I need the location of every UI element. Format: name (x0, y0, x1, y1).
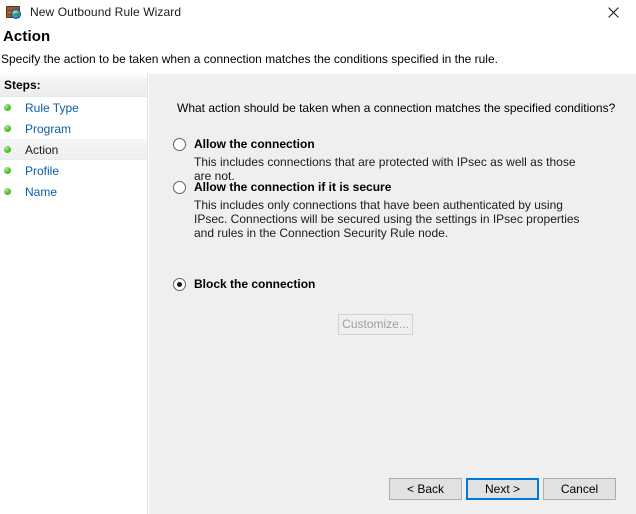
cancel-button[interactable]: Cancel (543, 478, 616, 500)
action-question: What action should be taken when a conne… (177, 101, 616, 115)
sidebar-item-rule-type[interactable]: Rule Type (0, 97, 147, 118)
option-allow-connection[interactable]: Allow the connection This includes conne… (173, 137, 613, 183)
sidebar-item-label: Rule Type (25, 100, 79, 115)
sidebar-item-label: Profile (25, 163, 60, 178)
page-title: Action (3, 28, 51, 45)
page-subtitle: Specify the action to be taken when a co… (1, 52, 498, 66)
step-bullet-icon (4, 188, 11, 195)
sidebar-item-label: Name (25, 184, 58, 199)
page-header: Action Specify the action to be taken wh… (0, 24, 636, 72)
option-allow-if-secure[interactable]: Allow the connection if it is secure Thi… (173, 180, 613, 240)
sidebar-item-label: Program (25, 121, 72, 136)
sidebar-item-program[interactable]: Program (0, 118, 147, 139)
steps-header-label: Steps: (4, 78, 41, 92)
sidebar-item-action[interactable]: Action (0, 139, 147, 160)
sidebar-item-profile[interactable]: Profile (0, 160, 147, 181)
option-block-connection[interactable]: Block the connection (173, 277, 613, 292)
content-panel: What action should be taken when a conne… (149, 74, 636, 514)
option-label: Allow the connection if it is secure (194, 180, 392, 194)
steps-header: Steps: (0, 74, 147, 97)
sidebar-item-name[interactable]: Name (0, 181, 147, 202)
firewall-brick-globe-icon (6, 4, 22, 20)
customize-button[interactable]: Customize... (338, 314, 413, 335)
steps-sidebar: Steps: Rule Type Program Action Profile … (0, 74, 148, 514)
step-bullet-icon (4, 167, 11, 174)
sidebar-item-label: Action (25, 142, 59, 157)
option-description: This includes only connections that have… (194, 198, 580, 240)
option-description: This includes connections that are prote… (194, 155, 576, 183)
close-icon[interactable] (591, 0, 636, 24)
window-title: New Outbound Rule Wizard (30, 5, 182, 19)
next-button[interactable]: Next > (466, 478, 539, 500)
back-button[interactable]: < Back (389, 478, 462, 500)
title-bar: New Outbound Rule Wizard (0, 0, 636, 24)
steps-list: Rule Type Program Action Profile Name (0, 97, 147, 202)
radio-allow-connection[interactable] (173, 138, 186, 151)
radio-block-connection[interactable] (173, 278, 186, 291)
step-bullet-icon (4, 125, 11, 132)
radio-allow-if-secure[interactable] (173, 181, 186, 194)
wizard-footer: < Back Next > Cancel (149, 470, 636, 514)
option-label: Block the connection (194, 277, 316, 291)
step-bullet-icon (4, 146, 11, 153)
step-bullet-icon (4, 104, 11, 111)
option-label: Allow the connection (194, 137, 315, 151)
